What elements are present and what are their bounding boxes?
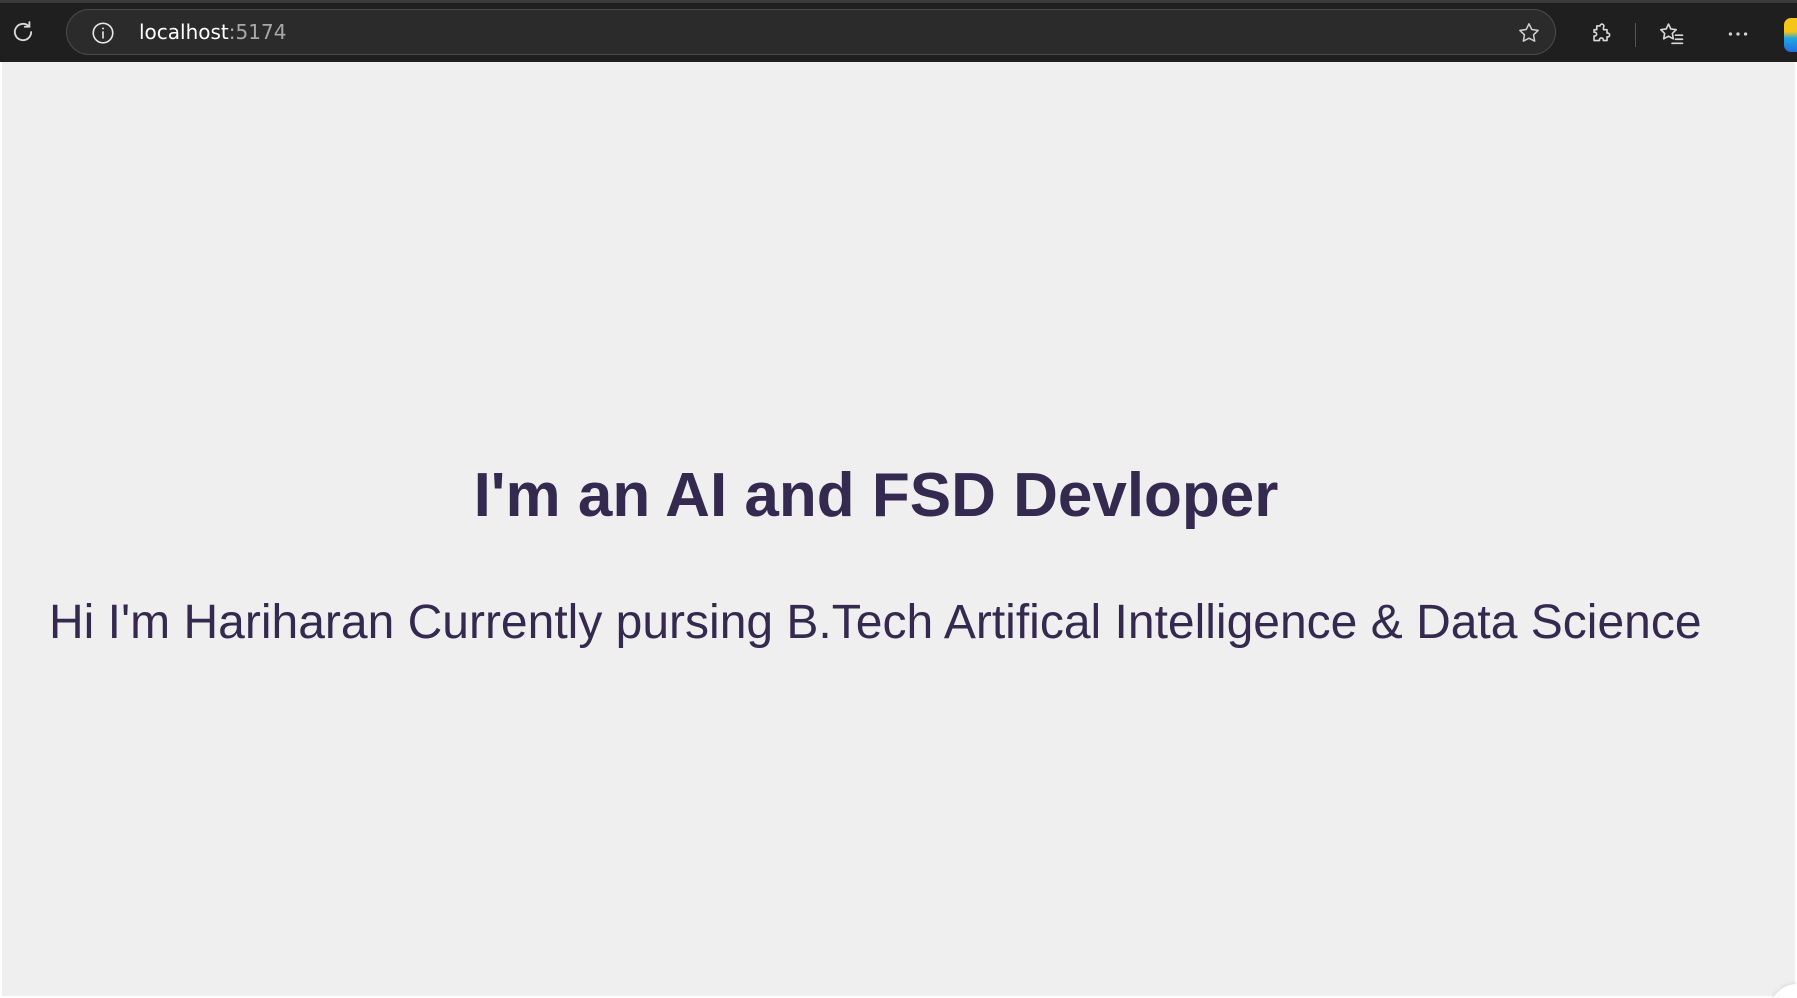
- intro-text: Hi I'm Hariharan Currently pursing B.Tec…: [49, 596, 1702, 649]
- browser-toolbar: localhost:5174: [0, 0, 1797, 62]
- page-viewport: I'm an AI and FSD Devloper Hi I'm Hariha…: [2, 62, 1797, 998]
- reload-button[interactable]: [5, 14, 41, 50]
- floating-assistant-button[interactable]: [1770, 984, 1797, 998]
- more-icon: [1725, 21, 1751, 47]
- toolbar-divider: [1635, 23, 1636, 47]
- address-bar[interactable]: localhost:5174: [66, 9, 1556, 55]
- url-host: localhost: [139, 20, 229, 44]
- info-icon: [90, 20, 116, 46]
- more-button[interactable]: [1720, 16, 1756, 52]
- add-favorite-button[interactable]: [1511, 15, 1547, 51]
- star-icon: [1516, 20, 1542, 46]
- favorites-button[interactable]: [1654, 16, 1690, 52]
- extensions-button[interactable]: [1582, 16, 1618, 52]
- browser-window: localhost:5174 I'm an AI and FSD Devlope…: [0, 0, 1797, 998]
- page-title: I'm an AI and FSD Devloper: [473, 461, 1279, 530]
- reload-icon: [9, 18, 37, 46]
- url-port: :5174: [228, 20, 287, 44]
- copilot-icon[interactable]: [1784, 18, 1797, 52]
- site-info-button[interactable]: [85, 15, 121, 51]
- url-text[interactable]: localhost:5174: [139, 10, 286, 54]
- favorites-icon: [1658, 20, 1686, 48]
- puzzle-icon: [1587, 21, 1613, 47]
